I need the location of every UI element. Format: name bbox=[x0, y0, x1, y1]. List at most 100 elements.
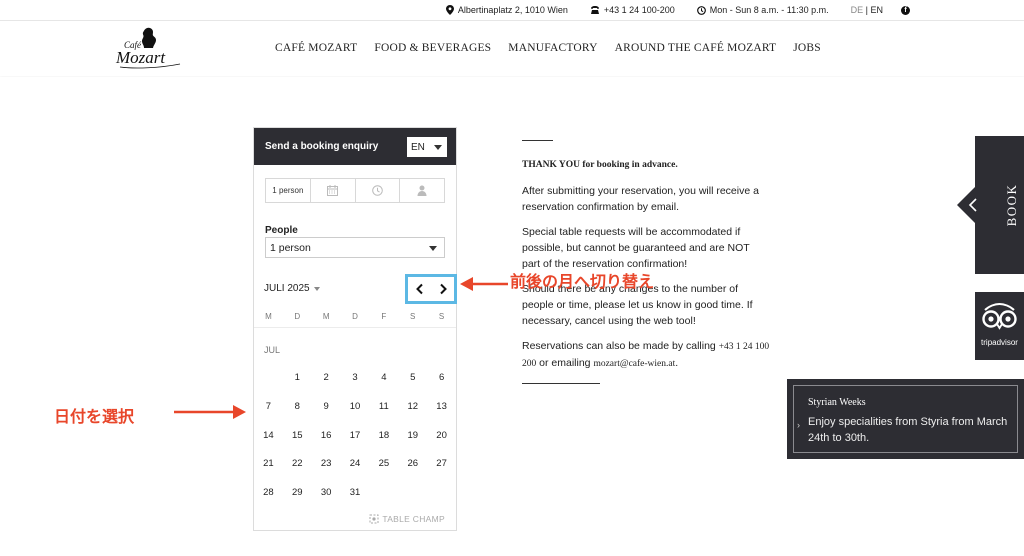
step-guest[interactable] bbox=[400, 179, 444, 202]
calendar-day[interactable]: 3 bbox=[341, 372, 370, 401]
step-date[interactable] bbox=[311, 179, 356, 202]
nav-item-jobs[interactable]: JOBS bbox=[793, 42, 821, 54]
weekday-label: S bbox=[438, 312, 445, 321]
booking-widget: Send a booking enquiry EN 1 person Peopl… bbox=[253, 127, 457, 531]
calendar-day[interactable]: 22 bbox=[283, 458, 312, 487]
calendar-day[interactable]: 29 bbox=[283, 487, 312, 516]
calendar-day[interactable]: 24 bbox=[341, 458, 370, 487]
calendar-day[interactable]: 8 bbox=[283, 401, 312, 430]
booking-info: THANK YOU for booking in advance. After … bbox=[522, 140, 770, 384]
calendar-day[interactable]: 25 bbox=[369, 458, 398, 487]
promo-title: Styrian Weeks bbox=[808, 397, 866, 408]
contact-suffix: . bbox=[675, 357, 679, 369]
contact-prefix: Reservations can also be made by calling bbox=[522, 340, 719, 352]
chevron-down-icon bbox=[429, 246, 437, 251]
calendar-day[interactable]: 17 bbox=[341, 430, 370, 459]
table-champ-label: TABLE CHAMP bbox=[382, 514, 445, 524]
calendar-day[interactable]: 12 bbox=[398, 401, 427, 430]
step-time[interactable] bbox=[356, 179, 401, 202]
nav-item-around[interactable]: AROUND THE CAFÉ MOZART bbox=[615, 42, 777, 54]
calendar-day[interactable]: 1 bbox=[283, 372, 312, 401]
annotation-arrow-right bbox=[174, 405, 246, 419]
calendar-day[interactable]: 9 bbox=[312, 401, 341, 430]
calendar-day[interactable]: 14 bbox=[254, 430, 283, 459]
phone-text: +43 1 24 100-200 bbox=[603, 5, 675, 15]
map-pin-icon bbox=[445, 5, 454, 15]
calendar-icon bbox=[327, 185, 339, 196]
language-switch: DE | EN bbox=[851, 5, 883, 15]
lang-de-link[interactable]: DE bbox=[851, 5, 864, 15]
calendar-day[interactable]: 21 bbox=[254, 458, 283, 487]
step-people[interactable]: 1 person bbox=[266, 179, 311, 202]
phone-item[interactable]: +43 1 24 100-200 bbox=[590, 5, 675, 15]
person-icon bbox=[417, 185, 427, 196]
calendar-day[interactable]: 2 bbox=[312, 372, 341, 401]
weekday-label: D bbox=[294, 312, 301, 321]
calendar-day[interactable]: 7 bbox=[254, 401, 283, 430]
nav-item-cafe-mozart[interactable]: CAFÉ MOZART bbox=[275, 42, 357, 54]
calendar-day[interactable]: 27 bbox=[427, 458, 456, 487]
nav-item-food-beverages[interactable]: FOOD & BEVERAGES bbox=[374, 42, 491, 54]
calendar-day[interactable]: 15 bbox=[283, 430, 312, 459]
calendar-day-empty bbox=[369, 487, 398, 516]
people-select[interactable]: 1 person bbox=[265, 237, 445, 258]
calendar-day[interactable]: 16 bbox=[312, 430, 341, 459]
book-tab-label: BOOK bbox=[1004, 183, 1019, 227]
calendar-day[interactable]: 23 bbox=[312, 458, 341, 487]
address-item[interactable]: Albertinaplatz 2, 1010 Wien bbox=[445, 5, 568, 15]
calendar-day[interactable]: 13 bbox=[427, 401, 456, 430]
cafe-mozart-logo[interactable]: Café Mozart bbox=[114, 25, 186, 73]
month-selector[interactable]: JULI 2025 bbox=[264, 283, 320, 294]
calendar-day[interactable]: 18 bbox=[369, 430, 398, 459]
calendar-day[interactable]: 11 bbox=[369, 401, 398, 430]
calendar-day[interactable]: 20 bbox=[427, 430, 456, 459]
contact-email-link[interactable]: mozart@cafe-wien.at bbox=[593, 359, 675, 369]
calendar-day[interactable]: 30 bbox=[312, 487, 341, 516]
calendar-week: 14 15 16 17 18 19 20 bbox=[254, 430, 456, 459]
top-info-bar: Albertinaplatz 2, 1010 Wien +43 1 24 100… bbox=[0, 0, 1024, 20]
weekday-header: M D M D F S S bbox=[254, 312, 456, 328]
calendar-day[interactable]: 5 bbox=[398, 372, 427, 401]
divider bbox=[522, 383, 600, 384]
promo-body: Enjoy specialities from Styria from Marc… bbox=[808, 416, 1008, 444]
prev-month-button[interactable] bbox=[415, 283, 425, 295]
hours-text: Mon - Sun 8 a.m. - 11:30 p.m. bbox=[709, 5, 829, 15]
next-month-button[interactable] bbox=[438, 283, 448, 295]
clock-icon bbox=[696, 5, 706, 15]
table-champ-credit[interactable]: TABLE CHAMP bbox=[369, 514, 445, 524]
calendar-day[interactable]: 19 bbox=[398, 430, 427, 459]
chevron-down-icon bbox=[434, 145, 442, 150]
calendar-day[interactable]: 31 bbox=[341, 487, 370, 516]
lang-en-link[interactable]: EN bbox=[870, 5, 883, 15]
calendar-day[interactable]: 6 bbox=[427, 372, 456, 401]
calendar-day-empty bbox=[254, 372, 283, 401]
weekday-label: M bbox=[265, 312, 272, 321]
calendar-week: 28 29 30 31 bbox=[254, 487, 456, 516]
facebook-icon[interactable]: f bbox=[901, 5, 910, 15]
step-people-label: 1 person bbox=[272, 186, 304, 195]
month-tag: JUL bbox=[264, 345, 281, 355]
promo-banner[interactable]: › Styrian Weeks Enjoy specialities from … bbox=[787, 379, 1024, 459]
logo-graphic: Café Mozart bbox=[115, 27, 181, 69]
promo-frame: › Styrian Weeks Enjoy specialities from … bbox=[793, 385, 1018, 453]
calendar-day[interactable]: 28 bbox=[254, 487, 283, 516]
divider bbox=[522, 140, 553, 141]
widget-language-select[interactable]: EN bbox=[407, 137, 447, 157]
month-label: JULI 2025 bbox=[264, 283, 310, 294]
nav-item-manufactory[interactable]: MANUFACTORY bbox=[508, 42, 597, 54]
page: Albertinaplatz 2, 1010 Wien +43 1 24 100… bbox=[0, 0, 1024, 556]
calendar-day[interactable]: 10 bbox=[341, 401, 370, 430]
chevron-right-icon: › bbox=[797, 420, 800, 430]
annotation-arrow-left bbox=[460, 277, 508, 291]
weekday-label: F bbox=[381, 312, 387, 321]
calendar-week: 21 22 23 24 25 26 27 bbox=[254, 458, 456, 487]
clock-icon bbox=[372, 185, 383, 196]
calendar-day[interactable]: 4 bbox=[369, 372, 398, 401]
calendar-day[interactable]: 26 bbox=[398, 458, 427, 487]
weekday-label: D bbox=[352, 312, 358, 321]
widget-title: Send a booking enquiry bbox=[265, 141, 379, 152]
tripadvisor-label: tripadvisor bbox=[981, 338, 1018, 347]
thank-you-heading: THANK YOU for booking in advance. bbox=[522, 160, 678, 170]
calendar-week: 1 2 3 4 5 6 bbox=[254, 372, 456, 401]
tripadvisor-badge[interactable]: tripadvisor bbox=[975, 292, 1024, 360]
